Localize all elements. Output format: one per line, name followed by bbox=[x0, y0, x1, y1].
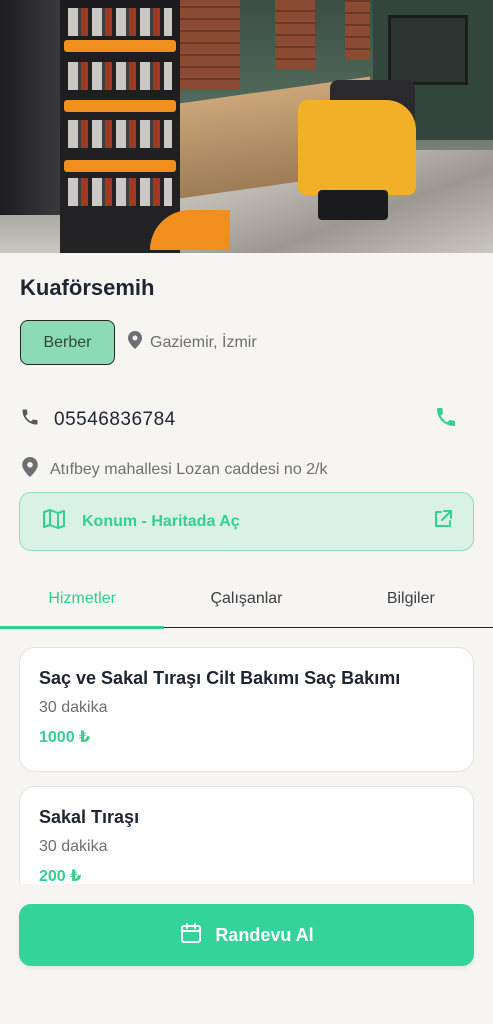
service-title: Saç ve Sakal Tıraşı Cilt Bakımı Saç Bakı… bbox=[39, 668, 401, 688]
map-icon bbox=[42, 508, 66, 535]
address-row: Atıfbey mahallesi Lozan caddesi no 2/k bbox=[22, 457, 328, 482]
tab-bar: Hizmetler Çalışanlar Bilgiler bbox=[0, 578, 493, 629]
service-card[interactable]: Sakal Tıraşı 30 dakika 200 ₺ bbox=[19, 786, 474, 884]
open-map-label: Konum - Haritada Aç bbox=[82, 512, 240, 530]
shop-cover-photo bbox=[0, 0, 493, 253]
location-row: Gaziemir, İzmir bbox=[128, 331, 257, 354]
map-pin-icon bbox=[128, 331, 142, 354]
address-text: Atıfbey mahallesi Lozan caddesi no 2/k bbox=[50, 460, 328, 478]
category-chip[interactable]: Berber bbox=[20, 320, 115, 365]
map-pin-icon bbox=[22, 457, 38, 482]
open-map-button[interactable]: Konum - Haritada Aç bbox=[19, 492, 474, 551]
service-duration: 30 dakika bbox=[39, 699, 108, 716]
shop-name: Kuaförsemih bbox=[20, 275, 155, 300]
services-list: Saç ve Sakal Tıraşı Cilt Bakımı Saç Bakı… bbox=[0, 628, 493, 884]
service-duration: 30 dakika bbox=[39, 838, 108, 855]
calendar-icon bbox=[179, 921, 203, 950]
external-link-icon bbox=[433, 509, 453, 534]
phone-number[interactable]: 05546836784 bbox=[54, 409, 176, 431]
service-price: 200 ₺ bbox=[39, 868, 82, 884]
tab-services[interactable]: Hizmetler bbox=[0, 578, 165, 629]
tab-info[interactable]: Bilgiler bbox=[329, 578, 493, 627]
book-appointment-label: Randevu Al bbox=[215, 924, 314, 945]
phone-call-icon[interactable] bbox=[434, 405, 458, 434]
service-price: 1000 ₺ bbox=[39, 729, 91, 746]
book-appointment-button[interactable]: Randevu Al bbox=[19, 904, 474, 966]
phone-row: 05546836784 bbox=[20, 405, 473, 434]
service-title: Sakal Tıraşı bbox=[39, 807, 140, 827]
service-card[interactable]: Saç ve Sakal Tıraşı Cilt Bakımı Saç Bakı… bbox=[19, 647, 474, 772]
location-text: Gaziemir, İzmir bbox=[150, 333, 257, 351]
tab-employees[interactable]: Çalışanlar bbox=[164, 578, 328, 627]
phone-icon bbox=[20, 407, 40, 432]
